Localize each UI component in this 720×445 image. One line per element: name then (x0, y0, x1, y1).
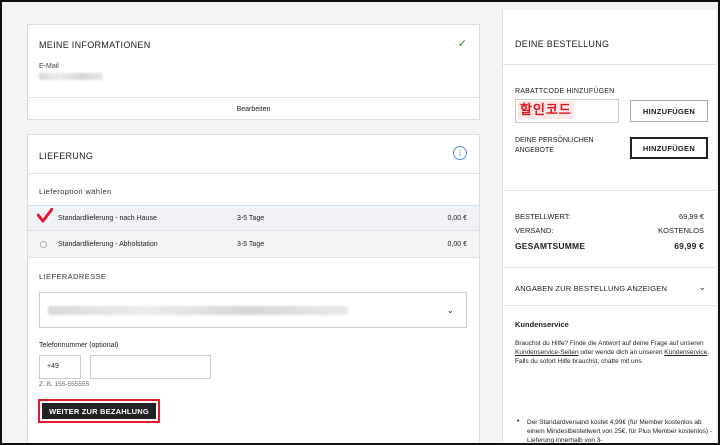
divider (28, 257, 479, 258)
delivery-option-name: Standardlieferung - Abholstation (58, 240, 158, 248)
shipping-label: VERSAND: (515, 226, 554, 235)
email-value-redacted (39, 73, 103, 80)
divider (503, 190, 716, 191)
continue-to-payment-button[interactable]: WEITER ZUR BEZAHLUNG (42, 403, 156, 419)
red-checkmark-icon (37, 208, 53, 223)
email-label: E-Mail (39, 63, 59, 70)
customer-service-text: Brauchst du Hilfe? Finde die Antwort auf… (515, 339, 713, 366)
chevron-down-icon: ⌄ (446, 305, 454, 315)
my-information-card: MEINE INFORMATIONEN ✓ E-Mail Bearbeiten (27, 24, 480, 120)
delivery-title: LIEFERUNG (39, 151, 94, 161)
customer-service-pages-link[interactable]: Kundenservice-Seiten (515, 349, 579, 356)
divider (503, 267, 716, 268)
edit-button[interactable]: Bearbeiten (237, 106, 271, 113)
total-row: GESAMTSUMME 69,99 € (515, 241, 704, 251)
delivery-address-heading: LIEFERADRESSE (39, 272, 107, 281)
subtotal-row: BESTELLWERT: 69,99 € (515, 212, 704, 221)
phone-hint: Z. B. 155-555555 (39, 381, 90, 388)
order-title: DEINE BESTELLUNG (515, 39, 610, 49)
discount-code-label: RABATTCODE HINZUFÜGEN (515, 88, 615, 95)
delivery-card: LIEFERUNG i Lieferoption wählen Standard… (27, 134, 480, 445)
personal-offers-label: DEINE PERSÖNLICHEN ANGEBOTE (515, 137, 594, 154)
discount-code-input[interactable]: 할인코드 (515, 99, 619, 123)
bullet-icon: • (517, 418, 520, 425)
service-text-part: oder wende dich an unseren (578, 349, 665, 356)
radio-button[interactable] (40, 240, 47, 248)
delivery-address-select[interactable]: ⌄ (39, 292, 467, 328)
customer-service-title: Kundenservice (515, 320, 569, 329)
delivery-option-price: 0,00 € (447, 240, 467, 248)
chevron-down-icon[interactable]: ⌄ (698, 282, 706, 293)
info-icon[interactable]: i (453, 146, 467, 160)
divider (28, 173, 479, 174)
subtotal-value: 69,99 € (678, 212, 704, 221)
order-details-toggle[interactable]: ANGABEN ZUR BESTELLUNG ANZEIGEN (515, 284, 667, 293)
subtotal-label: BESTELLWERT: (515, 212, 571, 221)
delivery-option-home[interactable]: Standardlieferung - nach Hause 3-5 Tage … (28, 205, 479, 231)
shipping-value: KOSTENLOS (658, 226, 704, 235)
address-value-redacted (48, 306, 348, 315)
divider (503, 305, 716, 306)
add-offers-button[interactable]: HINZUFÜGEN (630, 137, 708, 159)
delivery-option-pickup[interactable]: Standardlieferung - Abholstation 3-5 Tag… (28, 231, 479, 257)
delivery-option-name: Standardlieferung - nach Hause (58, 214, 157, 222)
continue-highlight: WEITER ZUR BEZAHLUNG (38, 399, 160, 423)
my-information-title: MEINE INFORMATIONEN (39, 40, 151, 50)
discount-code-value: 할인코드 (518, 101, 574, 119)
delivery-option-heading: Lieferoption wählen (39, 187, 112, 196)
edit-row: Bearbeiten (28, 97, 479, 120)
shipping-info-bullet: Der Standardversand kostet 4,99€ (für Me… (527, 419, 712, 444)
divider (503, 64, 716, 65)
check-icon: ✓ (457, 38, 467, 50)
phone-prefix-field[interactable]: +49 (39, 355, 81, 379)
service-text-part: Brauchst du Hilfe? Finde die Antwort auf… (515, 340, 704, 347)
phone-number-input[interactable] (90, 355, 211, 379)
total-label: GESAMTSUMME (515, 241, 586, 251)
delivery-option-price: 0,00 € (447, 214, 467, 222)
shipping-row: VERSAND: KOSTENLOS (515, 226, 704, 235)
delivery-option-days: 3-5 Tage (237, 240, 265, 248)
total-value: 69,99 € (674, 241, 704, 251)
customer-service-link[interactable]: Kundenservice (664, 349, 707, 356)
phone-label: Telefonnummer (optional) (39, 342, 119, 349)
delivery-option-days: 3-5 Tage (237, 214, 265, 222)
order-summary-panel: DEINE BESTELLUNG RABATTCODE HINZUFÜGEN 할… (502, 10, 716, 445)
add-discount-button[interactable]: HINZUFÜGEN (630, 100, 708, 122)
